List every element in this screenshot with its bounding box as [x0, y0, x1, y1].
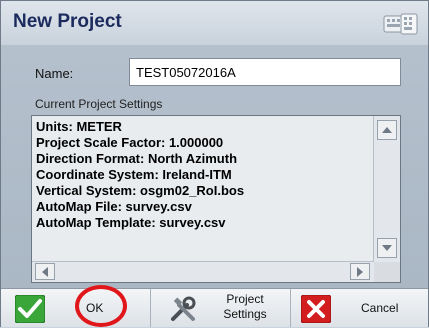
title-bar: New Project: [1, 1, 428, 45]
new-project-dialog: New Project Name: Current Project Settin…: [0, 0, 429, 327]
close-icon: [300, 294, 332, 328]
scroll-down-button[interactable]: [377, 238, 397, 258]
horizontal-scrollbar[interactable]: [32, 261, 374, 282]
scroll-left-button[interactable]: [35, 263, 55, 280]
settings-line: Vertical System: osgm02_RoI.bos: [36, 183, 245, 198]
project-settings-label-line1: Project: [226, 292, 264, 306]
settings-line: Direction Format: North Azimuth: [36, 151, 238, 166]
project-settings-label-line2: Settings: [223, 307, 267, 321]
chevron-right-icon: [357, 266, 363, 277]
cancel-button[interactable]: Cancel: [291, 289, 428, 327]
settings-line: Units: METER: [36, 119, 122, 134]
settings-text: Units: METER Project Scale Factor: 1.000…: [36, 119, 372, 231]
settings-line: AutoMap Template: survey.csv: [36, 215, 226, 230]
settings-line: AutoMap File: survey.csv: [36, 199, 192, 214]
chevron-left-icon: [42, 266, 48, 277]
scroll-up-button[interactable]: [377, 120, 397, 140]
chevron-down-icon: [382, 245, 392, 251]
cancel-label: Cancel: [361, 301, 399, 315]
settings-line: Coordinate System: Ireland-ITM: [36, 167, 232, 182]
project-settings-button[interactable]: Project Settings: [151, 289, 291, 327]
name-label: Name:: [35, 66, 74, 81]
bottom-toolbar: OK Project Settings Cancel: [1, 288, 428, 327]
scrollbar-corner: [374, 262, 400, 282]
settings-caption: Current Project Settings: [35, 97, 163, 111]
dialog-title: New Project: [13, 11, 122, 32]
tools-icon: [169, 295, 199, 328]
checkmark-icon: [14, 294, 46, 328]
project-settings-label: Project Settings: [215, 292, 275, 322]
project-settings-list[interactable]: Units: METER Project Scale Factor: 1.000…: [31, 115, 401, 283]
scroll-right-button[interactable]: [350, 263, 370, 280]
chevron-up-icon: [382, 127, 392, 133]
highlight-circle: [75, 285, 127, 327]
project-name-input[interactable]: [129, 58, 401, 86]
vertical-scrollbar[interactable]: [373, 116, 400, 263]
keyboard-icon[interactable]: [383, 13, 419, 35]
settings-line: Project Scale Factor: 1.000000: [36, 135, 224, 150]
